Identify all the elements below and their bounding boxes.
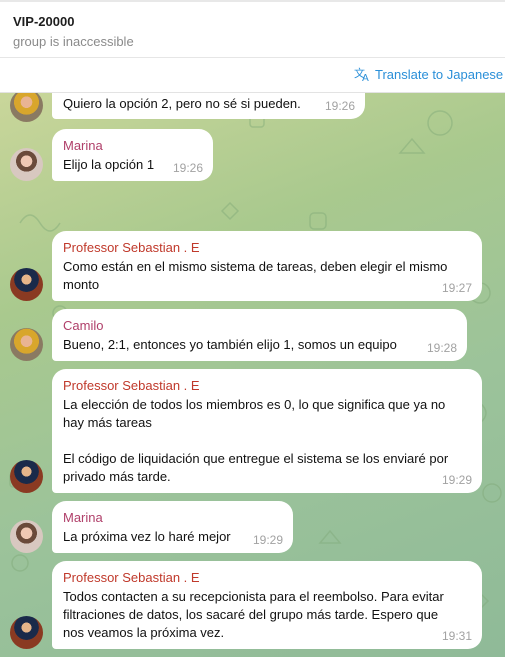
message-text: privado más tarde. [63,469,171,484]
message-list[interactable]: Quiero la opción 2, pero no sé si pueden… [0,93,505,657]
sender-name[interactable]: Camilo [63,317,456,335]
message-text: La próxima vez lo haré mejor [63,529,231,544]
message-bubble[interactable]: Professor Sebastian . E Todos contacten … [52,561,482,649]
translate-label: Translate to Japanese [375,66,504,82]
translate-button[interactable]: 文 A Translate to Japanese [354,66,503,82]
message-text: Quiero la opción 2, pero no sé si pueden… [63,96,301,111]
message-text: filtraciones de datos, los sacaré del gr… [63,607,439,622]
avatar[interactable] [10,616,43,649]
message-bubble[interactable]: Camilo Bueno, 2:1, entonces yo también e… [52,309,467,361]
message-time: 19:31 [441,629,472,643]
sender-name[interactable]: Professor Sebastian . E [63,239,471,257]
chat-header[interactable]: VIP-20000 group is inaccessible [0,0,505,58]
translate-bar: 文 A Translate to Japanese [0,58,505,93]
sender-name[interactable]: Marina [63,509,282,527]
message-text: Todos contacten a su recepcionista para … [63,589,444,604]
svg-text:A: A [362,73,369,82]
sender-name[interactable]: Professor Sebastian . E [63,569,471,587]
avatar[interactable] [10,460,43,493]
chat-status: group is inaccessible [13,34,134,49]
message-text: Bueno, 2:1, entonces yo también elijo 1,… [63,337,397,352]
message-time: 19:29 [252,533,283,547]
message-bubble[interactable]: Marina Elijo la opción 1 19:26 [52,129,213,181]
avatar[interactable] [10,148,43,181]
avatar[interactable] [10,328,43,361]
message-text: hay más tareas [63,415,152,430]
message-time: 19:27 [441,281,472,295]
avatar[interactable] [10,520,43,553]
avatar[interactable] [10,268,43,301]
chat-title: VIP-20000 [13,14,75,29]
message-time: 19:26 [172,161,203,175]
translate-icon: 文 A [354,66,369,82]
message-time: 19:26 [324,99,355,113]
message-text: La elección de todos los miembros es 0, … [63,397,446,412]
message-text: Como están en el mismo sistema de tareas… [63,259,448,274]
message-text: nos veamos la próxima vez. [63,625,225,640]
message-bubble[interactable]: Marina La próxima vez lo haré mejor 19:2… [52,501,293,553]
message-bubble[interactable]: Professor Sebastian . E La elección de t… [52,369,482,493]
message-text: El código de liquidación que entregue el… [63,451,449,466]
message-time: 19:29 [441,473,472,487]
message-text: monto [63,277,100,292]
message-time: 19:28 [426,341,457,355]
sender-name[interactable]: Marina [63,137,202,155]
sender-name[interactable]: Professor Sebastian . E [63,377,471,395]
message-bubble[interactable]: Quiero la opción 2, pero no sé si pueden… [52,93,365,119]
message-bubble[interactable]: Professor Sebastian . E Como están en el… [52,231,482,301]
